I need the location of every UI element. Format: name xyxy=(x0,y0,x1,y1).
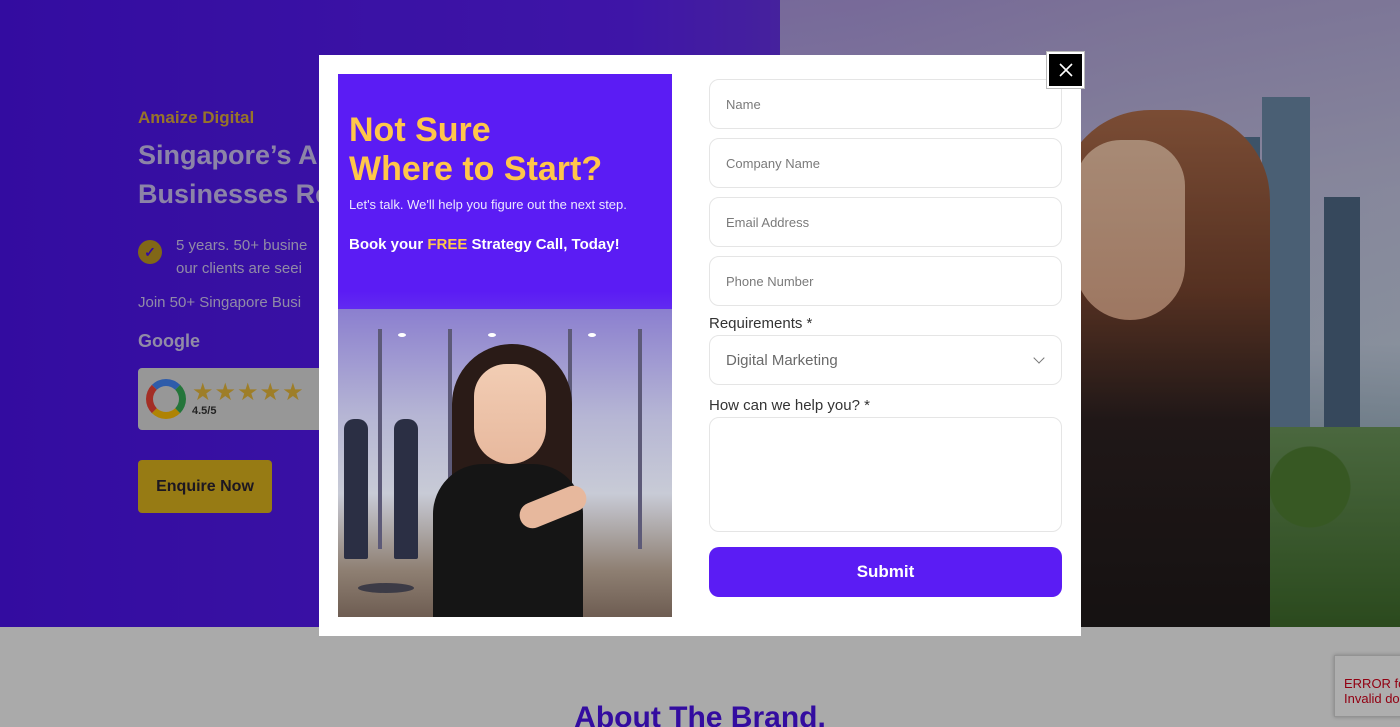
chevron-down-icon xyxy=(1033,352,1045,364)
background-person-image xyxy=(394,419,418,559)
ceiling-light xyxy=(398,333,406,337)
promo-cta-suffix: Strategy Call, Today! xyxy=(467,236,620,253)
promo-woman-face xyxy=(474,364,546,464)
promo-cta-free: FREE xyxy=(427,236,468,253)
requirements-select[interactable]: Digital Marketing xyxy=(709,335,1062,385)
promo-woman-body xyxy=(433,464,583,617)
close-icon xyxy=(1058,63,1073,77)
requirements-value: Digital Marketing xyxy=(726,351,838,369)
name-field[interactable]: Name xyxy=(709,79,1062,129)
help-textarea[interactable] xyxy=(709,417,1062,532)
promo-title: Not Sure Where to Start? xyxy=(349,111,602,189)
company-name-field[interactable]: Company Name xyxy=(709,138,1062,188)
close-button[interactable] xyxy=(1046,51,1085,89)
window-frame xyxy=(378,329,382,549)
background-person-image xyxy=(344,419,368,559)
promo-cta: Book your FREE Strategy Call, Today! xyxy=(349,236,620,253)
email-field[interactable]: Email Address xyxy=(709,197,1062,247)
promo-cta-prefix: Book your xyxy=(349,236,428,253)
enquiry-modal: Not Sure Where to Start? Let's talk. We'… xyxy=(319,55,1081,636)
requirements-label: Requirements * xyxy=(709,315,813,332)
promo-banner: Not Sure Where to Start? Let's talk. We'… xyxy=(338,74,672,617)
office-table xyxy=(358,583,414,593)
ceiling-light xyxy=(488,333,496,337)
promo-title-line: Not Sure xyxy=(349,111,491,149)
help-label: How can we help you? * xyxy=(709,397,870,414)
promo-subtitle: Let's talk. We'll help you figure out th… xyxy=(349,197,627,212)
window-frame xyxy=(638,329,642,549)
promo-title-line: Where to Start? xyxy=(349,150,603,188)
enquiry-form: Name Company Name Email Address Phone Nu… xyxy=(709,79,1062,597)
phone-field[interactable]: Phone Number xyxy=(709,256,1062,306)
submit-button[interactable]: Submit xyxy=(709,547,1062,597)
ceiling-light xyxy=(588,333,596,337)
